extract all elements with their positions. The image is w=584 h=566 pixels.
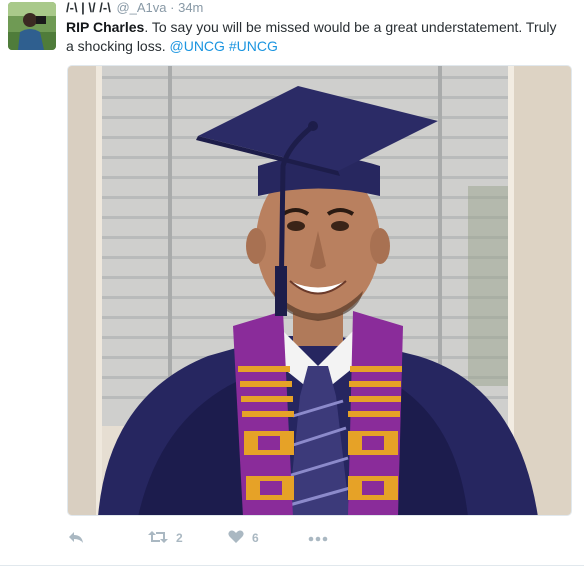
tweet-card[interactable]: /-\ | \/ /-\ @_A1va · 34m RIP Charles. T… — [0, 0, 584, 566]
mention-link[interactable]: @UNCG — [170, 38, 225, 54]
header-separator: · — [170, 0, 175, 15]
reply-button[interactable] — [68, 528, 84, 548]
avatar-image — [8, 2, 56, 50]
tweet-actions: 2 6 — [66, 528, 566, 548]
tweet-header: /-\ | \/ /-\ @_A1va · 34m — [66, 0, 576, 16]
like-button[interactable]: 6 — [228, 528, 259, 548]
tweet-text-bold: RIP Charles — [66, 19, 145, 35]
hashtag-link[interactable]: #UNCG — [229, 38, 278, 54]
tweet-photo[interactable] — [67, 65, 572, 516]
avatar[interactable] — [8, 2, 56, 50]
heart-icon — [228, 530, 244, 547]
author-fullname[interactable]: /-\ | \/ /-\ — [66, 0, 111, 15]
tweet-content: /-\ | \/ /-\ @_A1va · 34m RIP Charles. T… — [66, 0, 576, 545]
retweet-count: 2 — [176, 531, 183, 545]
tweet-text: RIP Charles. To say you will be missed w… — [66, 18, 566, 56]
graduation-photo — [68, 66, 571, 515]
retweet-button[interactable]: 2 — [148, 528, 183, 548]
reply-icon — [68, 530, 84, 547]
like-count: 6 — [252, 531, 259, 545]
author-username[interactable]: @_A1va — [116, 0, 166, 15]
more-dots-icon — [308, 531, 328, 545]
retweet-icon — [148, 530, 168, 547]
tweet-timestamp[interactable]: 34m — [178, 0, 203, 15]
more-options-button[interactable] — [308, 528, 328, 548]
